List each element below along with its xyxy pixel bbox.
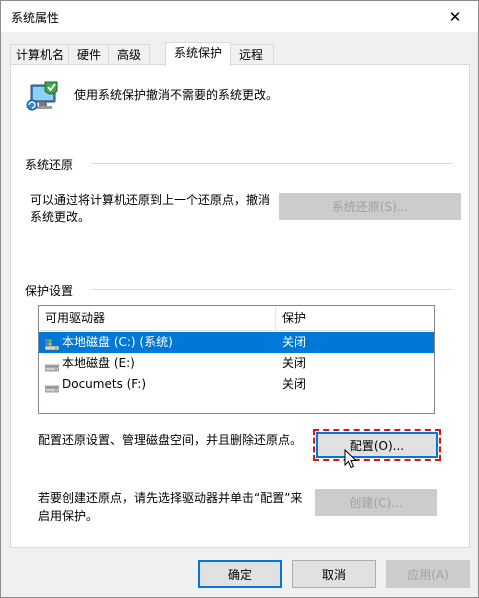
system-restore-button[interactable]: 系统还原(S)... (279, 193, 461, 220)
tab-remote[interactable]: 远程 (228, 44, 274, 65)
system-properties-window: 系统属性 ✕ 计算机名 硬件 高级 系统保护 远程 使用系统保护撤消不需要的系统… (0, 0, 479, 598)
restore-description-line2: 系统更改。 (30, 210, 91, 224)
drives-list-header: 可用驱动器 保护 (39, 306, 434, 331)
tab-computer-name[interactable]: 计算机名 (10, 44, 70, 65)
create-description-line2: 启用保护。 (38, 509, 99, 523)
drive-row-c[interactable]: 本地磁盘 (C:) (系统) 关闭 (39, 332, 434, 353)
configure-button[interactable]: 配置(O)... (316, 432, 438, 458)
drive-name: 本地磁盘 (C:) (系统) (62, 335, 173, 349)
drive-protection-status: 关闭 (282, 377, 307, 391)
drive-name: Documets (F:) (62, 377, 147, 391)
drive-row-f[interactable]: Documets (F:) 关闭 (39, 374, 434, 395)
window-title: 系统属性 (11, 11, 60, 25)
system-protection-panel: 使用系统保护撤消不需要的系统更改。 系统还原 可以通过将计算机还原到上一个还原点… (10, 64, 470, 548)
tab-system-protection[interactable]: 系统保护 (165, 42, 231, 66)
close-icon: ✕ (448, 7, 462, 26)
restore-group-title: 系统还原 (25, 158, 74, 172)
protection-group-title: 保护设置 (25, 284, 74, 298)
column-header-protection[interactable]: 保护 (276, 306, 434, 330)
ok-button[interactable]: 确定 (198, 560, 282, 588)
tab-hardware[interactable]: 硬件 (68, 44, 110, 65)
configure-description: 配置还原设置、管理磁盘空间，并且删除还原点。 (38, 433, 303, 447)
restore-group-divider (91, 163, 453, 164)
drives-list[interactable]: 可用驱动器 保护 本地磁盘 (C:) (系统) 关闭 本地磁盘 (E:) 关闭 … (38, 305, 435, 414)
drive-icon (44, 379, 60, 400)
tab-advanced[interactable]: 高级 (108, 44, 150, 65)
intro-text: 使用系统保护撤消不需要的系统更改。 (74, 88, 279, 102)
create-description-line1: 若要创建还原点，请先选择驱动器并单击“配置”来 (38, 491, 303, 505)
apply-button[interactable]: 应用(A) (386, 560, 470, 588)
system-protection-icon (25, 79, 61, 113)
restore-description-line1: 可以通过将计算机还原到上一个还原点，撤消 (30, 193, 271, 207)
mouse-cursor-icon (344, 448, 358, 472)
protection-group-divider (91, 289, 453, 290)
cancel-button[interactable]: 取消 (292, 560, 376, 588)
column-header-drive[interactable]: 可用驱动器 (39, 306, 275, 330)
title-bar[interactable]: 系统属性 ✕ (1, 1, 478, 32)
drive-name: 本地磁盘 (E:) (62, 356, 135, 370)
drive-row-e[interactable]: 本地磁盘 (E:) 关闭 (39, 353, 434, 374)
create-button[interactable]: 创建(C)... (315, 489, 437, 516)
drive-protection-status: 关闭 (282, 335, 307, 349)
drive-protection-status: 关闭 (282, 356, 307, 370)
close-button[interactable]: ✕ (432, 1, 478, 32)
